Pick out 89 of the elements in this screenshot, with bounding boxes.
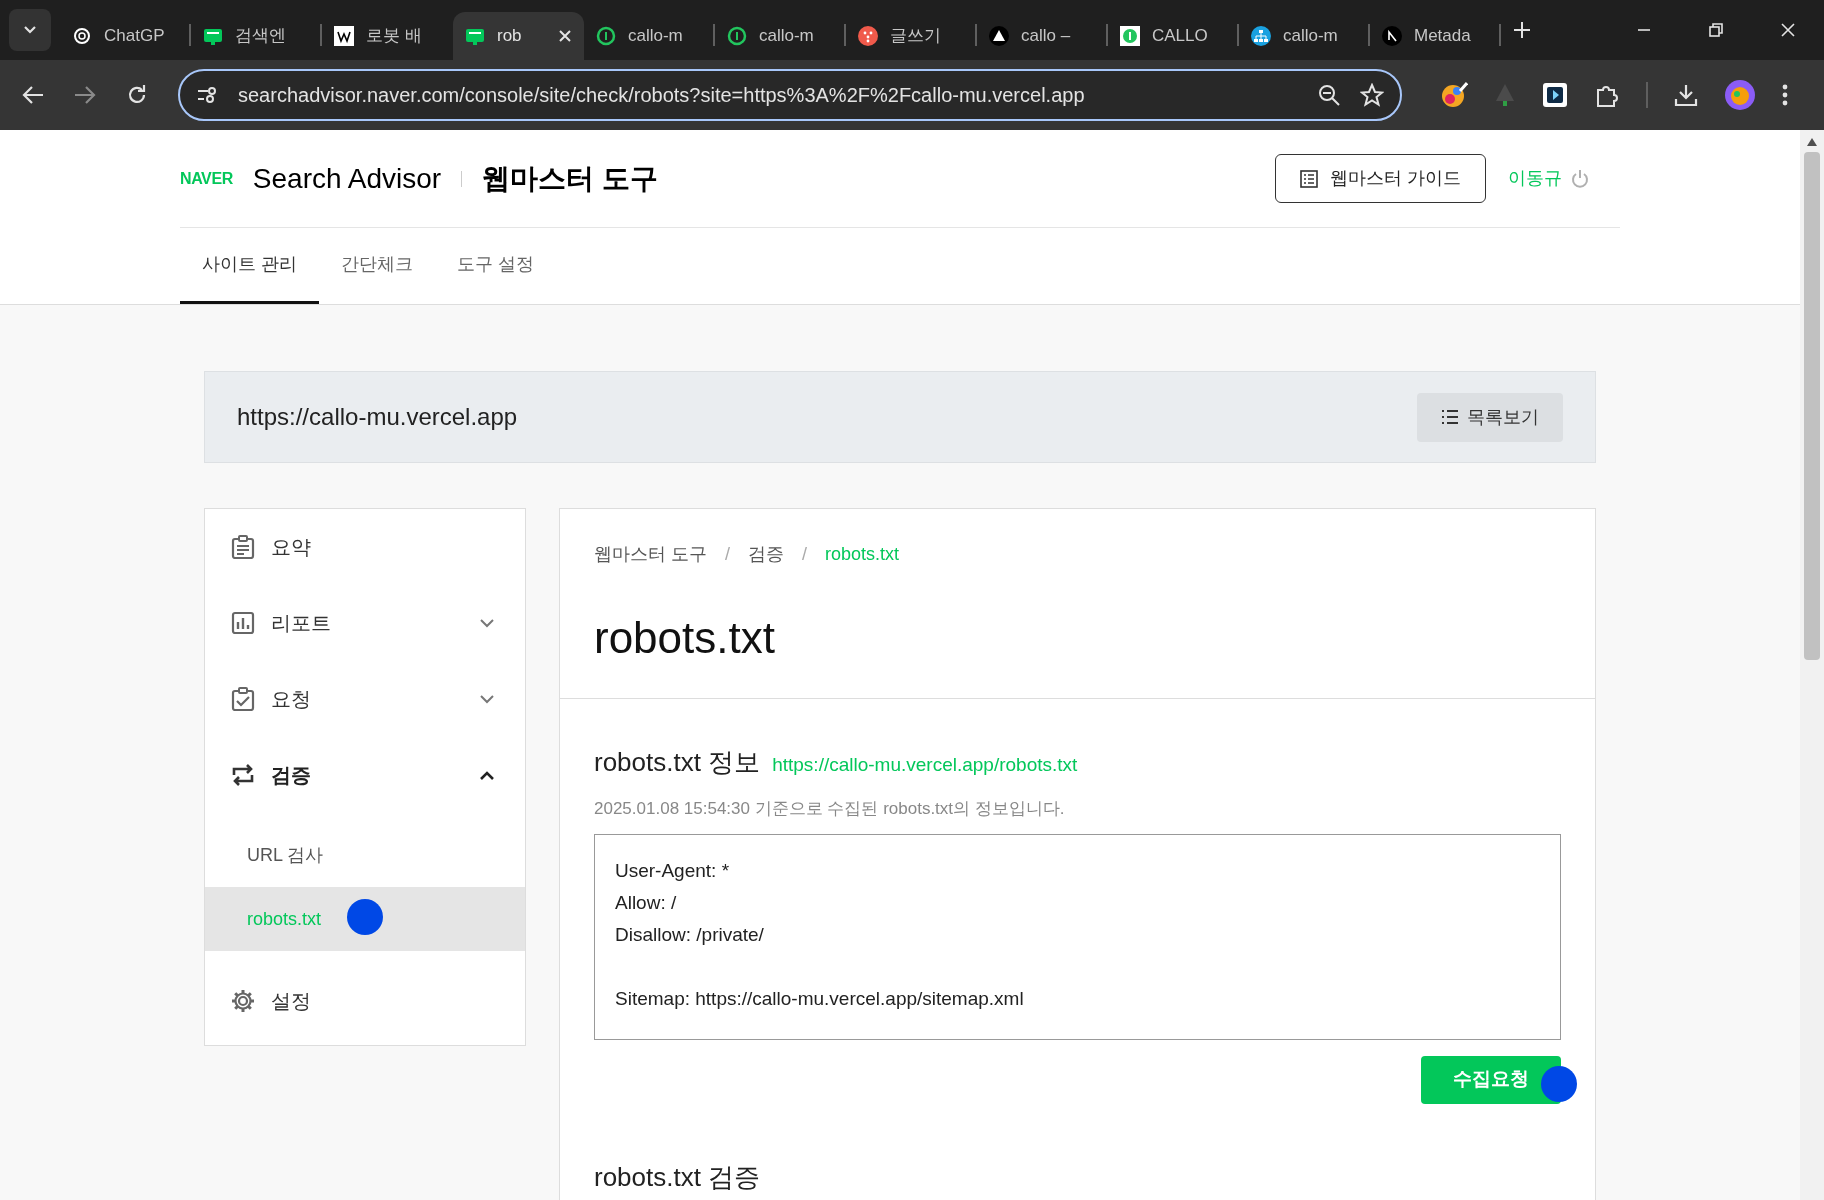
tab-title: Metada	[1414, 25, 1471, 48]
scrollbar[interactable]	[1800, 130, 1824, 1200]
browser-tab[interactable]: rob	[453, 12, 584, 60]
robots-line: User-Agent: *	[615, 858, 731, 883]
nav-tab[interactable]: 도구 설정	[435, 228, 557, 304]
chevron-down-icon	[479, 618, 495, 628]
sidebar-item[interactable]: 설정	[205, 963, 525, 1039]
breadcrumb-separator: /	[725, 543, 731, 566]
url-text: searchadvisor.naver.com/console/site/check/robots?site=https%3A%2F%2Fcallo-mu.vercel.app	[238, 83, 1085, 108]
section-heading: robots.txt 검증	[594, 1160, 762, 1194]
favicon-icon	[596, 26, 616, 46]
chevron-down-icon	[23, 25, 37, 35]
breadcrumb-link[interactable]: 웹마스터 도구	[594, 541, 707, 568]
menu-icon[interactable]	[1782, 84, 1788, 106]
settings-icon	[231, 989, 255, 1013]
swap-arrows-icon	[231, 763, 255, 787]
tab-title: callo-m	[1283, 25, 1338, 48]
tab-title: 로봇 배	[366, 25, 422, 48]
nav-tab[interactable]: 간단체크	[319, 228, 435, 304]
favicon-icon	[1382, 26, 1402, 46]
checklist-icon	[231, 687, 255, 711]
browser-tab[interactable]: ChatGP	[60, 12, 191, 60]
favicon-icon	[858, 26, 878, 46]
browser-tab[interactable]: CALLO	[1108, 12, 1239, 60]
favicon-icon	[1251, 26, 1271, 46]
palette-icon[interactable]	[1440, 81, 1468, 109]
tab-title: callo-m	[628, 25, 683, 48]
nav-tab[interactable]: 사이트 관리	[180, 228, 319, 304]
browser-tab[interactable]: Metada	[1370, 12, 1501, 60]
download-icon[interactable]	[1674, 83, 1698, 107]
chevron-down-icon	[479, 694, 495, 704]
tree-icon[interactable]	[1494, 83, 1516, 107]
robots-line: Allow: /	[615, 890, 678, 915]
tab-title: callo –	[1021, 25, 1071, 48]
favicon-icon	[203, 26, 223, 46]
breadcrumb-separator: /	[802, 543, 808, 566]
browser-tab[interactable]: callo –	[977, 12, 1108, 60]
product-title[interactable]: Search Advisor	[252, 157, 442, 200]
sidebar-item[interactable]: 요청	[205, 661, 525, 737]
robots-line: Disallow: /private/	[615, 922, 765, 947]
forward-icon[interactable]	[74, 85, 96, 105]
tab-title: ChatGP	[104, 25, 165, 48]
info-note: 2025.01.08 15:54:30 기준으로 수집된 robots.txt의 정보입니다.	[594, 798, 1066, 820]
favicon-icon	[334, 26, 354, 46]
reload-icon[interactable]	[126, 84, 148, 106]
new-tab-icon[interactable]	[1513, 21, 1531, 39]
list-view-button[interactable]: 목록보기	[1417, 392, 1563, 442]
robots-line: Sitemap: https://callo-mu.vercel.app/sitemap.xml	[615, 986, 1025, 1011]
extension-icon[interactable]	[1542, 82, 1568, 108]
favicon-icon	[727, 26, 747, 46]
tab-title: 검색엔	[235, 25, 286, 48]
bar-chart-icon	[231, 611, 255, 635]
browser-tab[interactable]: callo-m	[1239, 12, 1370, 60]
tab-title: CALLO	[1152, 25, 1208, 48]
sidebar-item[interactable]: 요약	[205, 509, 525, 585]
browser-tab[interactable]: callo-m	[715, 12, 846, 60]
browser-tab[interactable]: 검색엔	[191, 12, 322, 60]
site-settings-icon[interactable]	[196, 85, 218, 105]
zoom-icon[interactable]	[1318, 84, 1340, 106]
favicon-icon	[1120, 26, 1140, 46]
guide-button[interactable]: 웹마스터 가이드	[1275, 154, 1486, 203]
favicon-icon	[989, 26, 1009, 46]
favicon-icon	[465, 26, 485, 46]
tab-title: 글쓰기	[890, 25, 941, 48]
close-icon[interactable]	[558, 29, 572, 43]
site-url: https://callo-mu.vercel.app	[237, 402, 518, 432]
back-icon[interactable]	[22, 85, 44, 105]
browser-tab[interactable]: callo-m	[584, 12, 715, 60]
page-title: robots.txt	[594, 616, 776, 660]
restore-icon[interactable]	[1707, 21, 1725, 39]
sidebar-subitem[interactable]: URL 검사	[205, 823, 525, 887]
scroll-up-icon[interactable]	[1807, 138, 1817, 146]
clipboard-icon	[231, 535, 255, 559]
sidebar-item[interactable]: 검증	[205, 737, 525, 813]
section-title: 웹마스터 도구	[482, 161, 658, 196]
breadcrumb-link[interactable]: 검증	[748, 541, 785, 568]
sidebar-item[interactable]: 리포트	[205, 585, 525, 661]
tab-title: callo-m	[759, 25, 814, 48]
list-icon	[1441, 409, 1459, 425]
avatar-icon[interactable]	[1724, 79, 1756, 111]
chevron-up-icon	[479, 770, 495, 780]
browser-tab[interactable]: 로봇 배	[322, 12, 453, 60]
browser-tab[interactable]: 글쓰기	[846, 12, 977, 60]
tab-title: rob	[497, 25, 522, 48]
list-icon	[1300, 169, 1318, 188]
close-icon[interactable]	[1779, 21, 1797, 39]
section-heading: robots.txt 정보	[594, 746, 761, 779]
address-bar[interactable]: searchadvisor.naver.com/console/site/check/robots?site=https%3A%2F%2Fcallo-mu.vercel.app	[178, 69, 1402, 121]
star-icon[interactable]	[1360, 83, 1384, 107]
